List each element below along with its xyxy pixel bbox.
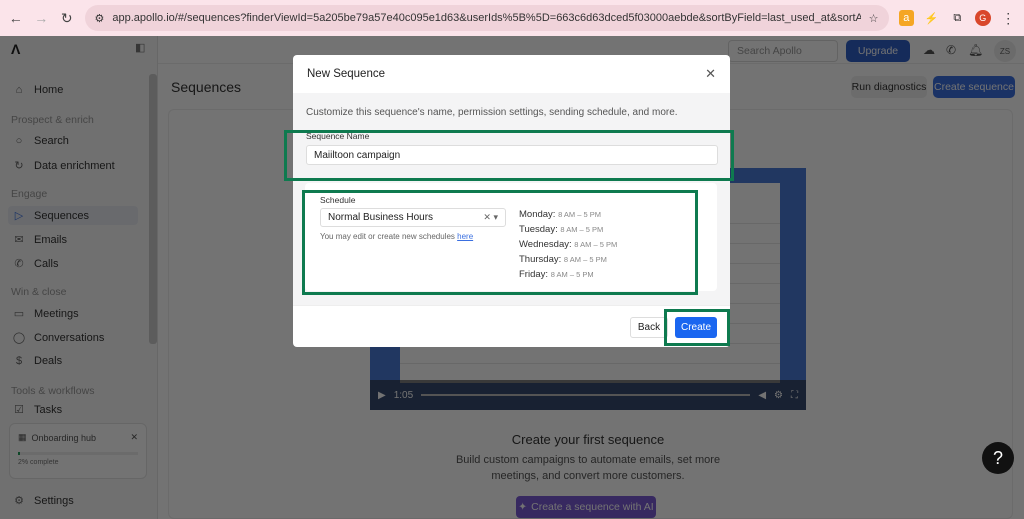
sidebar-item-tasks[interactable]: ☑ Tasks	[12, 403, 62, 417]
apollo-logo[interactable]: Λ	[11, 41, 20, 57]
modal-title: New Sequence	[307, 68, 385, 80]
bell-icon[interactable]: 🔔︎	[968, 43, 983, 57]
onboarding-progress-bar	[18, 452, 138, 455]
mail-icon: ✉	[14, 234, 24, 246]
video-time: 1:05	[393, 389, 414, 401]
url-text: app.apollo.io/#/sequences?finderViewId=5…	[112, 12, 861, 24]
user-avatar[interactable]: ZS	[994, 40, 1016, 62]
back-icon[interactable]: ←	[8, 10, 24, 26]
sidebar-item-deals[interactable]: $ Deals	[12, 355, 62, 367]
create-with-ai-button[interactable]: ✦ Create a sequence with AI	[516, 496, 656, 518]
video-seek-bar[interactable]	[421, 394, 751, 396]
highlight-box-name	[284, 130, 734, 181]
menu-icon[interactable]: ⋮	[1001, 10, 1017, 27]
extension-icon[interactable]: ⚡	[924, 10, 940, 26]
cloud-icon[interactable]: ☁	[923, 43, 935, 57]
empty-state-subtitle: Build custom campaigns to automate email…	[455, 454, 721, 482]
dollar-icon: $	[15, 355, 23, 367]
modal-description: Customize this sequence's name, permissi…	[306, 107, 678, 118]
close-icon[interactable]: ✕	[705, 66, 716, 82]
back-button[interactable]: Back	[630, 317, 668, 338]
create-sequence-button[interactable]: Create sequence	[933, 76, 1015, 98]
enrichment-icon: ↻	[14, 160, 24, 172]
sidebar-item-sequences[interactable]: ▷ Sequences	[8, 206, 138, 225]
page-title: Sequences	[171, 79, 242, 95]
highlight-box-create	[664, 309, 730, 346]
search-icon: ○	[15, 135, 23, 147]
phone-icon[interactable]: ✆	[946, 43, 956, 57]
bookmark-star-icon[interactable]: ☆	[869, 12, 879, 25]
profile-avatar[interactable]: G	[975, 10, 991, 26]
sidebar-item-settings[interactable]: ⚙ Settings	[12, 494, 74, 508]
video-controls: ▶ 1:05 ◀ ⚙ ⛶	[370, 380, 806, 410]
phone-icon: ✆	[14, 258, 24, 270]
browser-toolbar: ← → ↻ ⚙ app.apollo.io/#/sequences?finder…	[0, 0, 1024, 36]
onboarding-hub-card[interactable]: ▦ Onboarding hub ✕ 2% complete	[9, 423, 147, 479]
section-label: Prospect & enrich	[11, 114, 94, 126]
section-label: Tools & workflows	[11, 385, 95, 397]
chat-icon: ◯	[12, 332, 26, 344]
sparkle-icon: ✦	[518, 501, 528, 513]
address-bar[interactable]: ⚙ app.apollo.io/#/sequences?finderViewId…	[84, 5, 889, 31]
task-icon: ☑	[14, 404, 24, 416]
gear-icon: ⚙	[14, 495, 24, 507]
sidebar-item-home[interactable]: ⌂ Home	[12, 84, 64, 96]
sidebar-item-calls[interactable]: ✆ Calls	[12, 257, 58, 271]
send-icon: ▷	[14, 210, 24, 222]
run-diagnostics-button[interactable]: Run diagnostics	[851, 76, 927, 98]
sidebar: Λ ◧ ⌂ Home Prospect & enrich ○ Search ↻ Dat…	[0, 36, 158, 519]
calendar-icon: ▭	[13, 308, 25, 320]
fullscreen-icon[interactable]: ⛶	[791, 390, 798, 401]
sidebar-scrollbar[interactable]	[149, 74, 157, 344]
volume-icon[interactable]: ◀	[758, 390, 766, 401]
onboarding-icon: ▦	[18, 432, 27, 442]
settings-icon[interactable]: ⚙	[774, 390, 783, 401]
section-label: Win & close	[11, 286, 67, 298]
forward-icon[interactable]: →	[34, 10, 50, 26]
play-icon[interactable]: ▶	[378, 390, 386, 401]
highlight-box-schedule	[302, 190, 698, 295]
upgrade-button[interactable]: Upgrade	[846, 40, 910, 62]
search-input[interactable]: Search Apollo	[728, 40, 838, 62]
help-button[interactable]: ?	[982, 442, 1014, 474]
site-settings-icon[interactable]: ⚙	[95, 12, 105, 25]
progress-label: 2% complete	[18, 459, 59, 466]
sidebar-item-search[interactable]: ○ Search	[12, 135, 69, 147]
home-icon: ⌂	[15, 84, 23, 96]
modal-header: New Sequence ✕	[293, 55, 730, 93]
reload-icon[interactable]: ↻	[59, 10, 75, 27]
sidebar-item-meetings[interactable]: ▭ Meetings	[12, 307, 79, 321]
empty-state-title: Create your first sequence	[511, 432, 665, 447]
extension-icon[interactable]: a	[898, 10, 914, 26]
extensions-puzzle-icon[interactable]: ⧉	[950, 10, 966, 26]
collapse-sidebar-icon[interactable]: ◧	[135, 41, 145, 54]
section-label: Engage	[11, 188, 48, 200]
sidebar-item-emails[interactable]: ✉ Emails	[12, 233, 67, 247]
sidebar-item-conversations[interactable]: ◯ Conversations	[12, 331, 104, 345]
sidebar-item-data-enrichment[interactable]: ↻ Data enrichment	[12, 159, 114, 173]
close-icon[interactable]: ✕	[130, 432, 138, 443]
